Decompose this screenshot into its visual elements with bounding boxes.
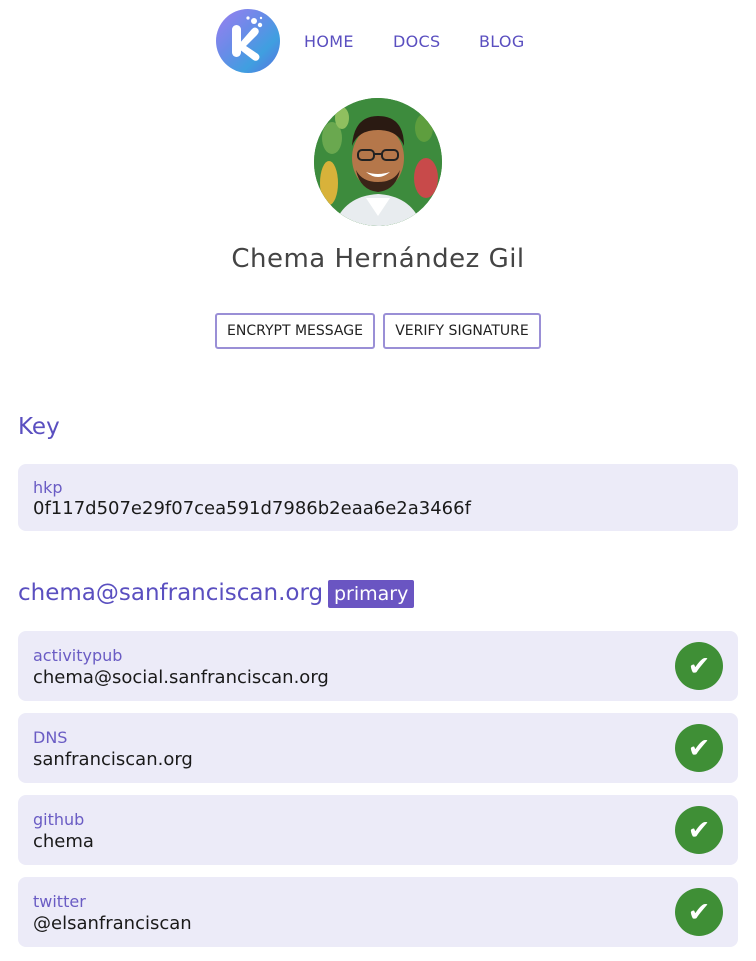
key-type: hkp (33, 478, 63, 497)
verify-signature-button[interactable]: VERIFY SIGNATURE (383, 313, 541, 349)
proof-value: chema (33, 831, 94, 852)
verified-check-icon[interactable]: ✔ (675, 642, 723, 690)
nav-blog-link[interactable]: BLOG (479, 32, 525, 51)
proof-value: @elsanfranciscan (33, 913, 192, 934)
encrypt-message-button[interactable]: ENCRYPT MESSAGE (215, 313, 375, 349)
proof-card-activitypub: activitypub chema@social.sanfranciscan.o… (18, 631, 738, 701)
verified-check-icon[interactable]: ✔ (675, 888, 723, 936)
nav-docs-link[interactable]: DOCS (393, 32, 440, 51)
profile-name: Chema Hernández Gil (231, 244, 525, 274)
proof-type: DNS (33, 728, 68, 747)
top-nav: HOME DOCS BLOG (0, 8, 756, 74)
nav-home-link[interactable]: HOME (304, 32, 354, 51)
profile-avatar (314, 98, 442, 226)
key-card: hkp 0f117d507e29f07cea591d7986b2eaa6e2a3… (18, 464, 738, 531)
proof-value: chema@social.sanfranciscan.org (33, 667, 329, 688)
proof-value: sanfranciscan.org (33, 749, 193, 770)
proof-card-github: github chema ✔ (18, 795, 738, 865)
identity-email-title: chema@sanfranciscan.org (18, 580, 324, 606)
key-fingerprint: 0f117d507e29f07cea591d7986b2eaa6e2a3466f (33, 498, 471, 519)
avatar-image (314, 98, 442, 226)
proof-card-dns: DNS sanfranciscan.org ✔ (18, 713, 738, 783)
verified-check-icon[interactable]: ✔ (675, 806, 723, 854)
proof-card-twitter: twitter @elsanfranciscan ✔ (18, 877, 738, 947)
proof-type: activitypub (33, 646, 123, 665)
keyoxide-logo[interactable] (216, 9, 280, 73)
key-section-title: Key (18, 414, 60, 440)
proof-type: github (33, 810, 85, 829)
primary-badge: primary (328, 580, 415, 608)
proof-type: twitter (33, 892, 86, 911)
verified-check-icon[interactable]: ✔ (675, 724, 723, 772)
logo-icon (232, 16, 263, 61)
